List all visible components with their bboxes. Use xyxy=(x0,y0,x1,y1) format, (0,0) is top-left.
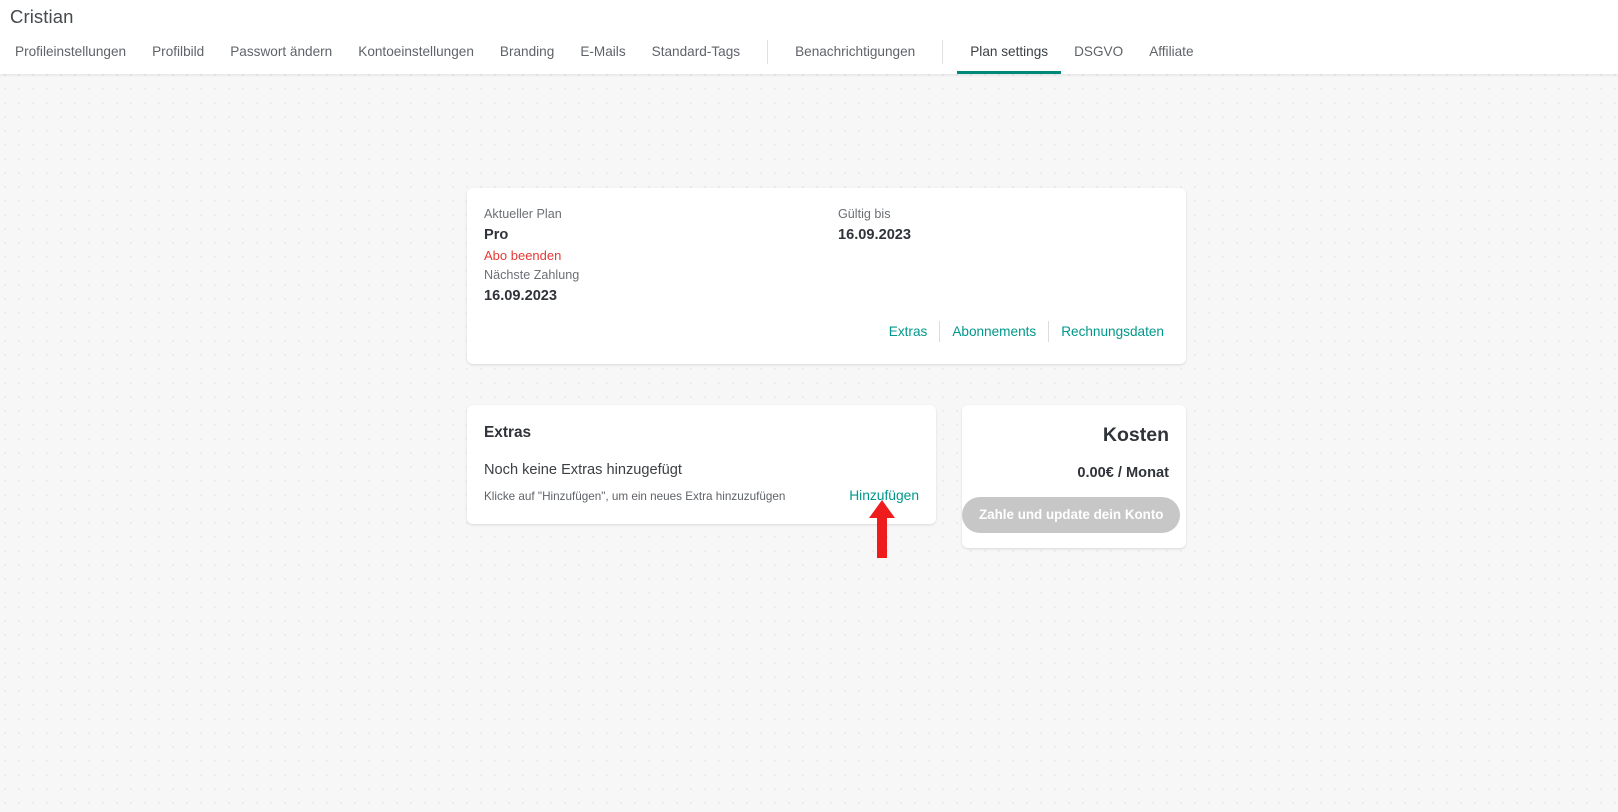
main-content: Aktueller Plan Pro Abo beenden Gültig bi… xyxy=(0,74,1618,812)
valid-until-field: Gültig bis 16.09.2023 xyxy=(838,205,911,245)
valid-until-value: 16.09.2023 xyxy=(838,227,912,243)
settings-tabbar: Profileinstellungen Profilbild Passwort … xyxy=(0,32,1618,74)
kosten-card: Kosten 0.00€ / Monat Zahle und update de… xyxy=(962,405,1186,548)
tab-profileinstellungen[interactable]: Profileinstellungen xyxy=(2,32,139,74)
next-payment-value: 16.09.2023 xyxy=(484,288,558,304)
app-header: Cristian Profileinstellungen Profilbild … xyxy=(0,0,1618,74)
tab-branding[interactable]: Branding xyxy=(487,32,567,74)
tab-dsgvo[interactable]: DSGVO xyxy=(1061,32,1136,74)
current-plan-label: Aktueller Plan xyxy=(484,207,562,221)
valid-until-label: Gültig bis xyxy=(838,207,891,221)
tab-profilbild[interactable]: Profilbild xyxy=(139,32,217,74)
link-extras[interactable]: Extras xyxy=(877,322,940,341)
kosten-price-value: 0.00€ / Monat xyxy=(1077,465,1169,481)
extras-action-row: Klicke auf "Hinzufügen", um ein neues Ex… xyxy=(467,480,936,505)
pay-and-update-account-button[interactable]: Zahle und update dein Konto xyxy=(962,497,1181,533)
tab-plan-settings[interactable]: Plan settings xyxy=(957,32,1062,74)
tab-standard-tags[interactable]: Standard-Tags xyxy=(639,32,753,74)
tab-emails[interactable]: E-Mails xyxy=(567,32,638,74)
current-plan-field: Aktueller Plan Pro Abo beenden xyxy=(484,205,562,265)
link-rechnungsdaten[interactable]: Rechnungsdaten xyxy=(1049,322,1164,341)
tabbar-divider-2 xyxy=(942,40,944,64)
cancel-subscription-link[interactable]: Abo beenden xyxy=(484,246,561,265)
tab-benachrichtigungen[interactable]: Benachrichtigungen xyxy=(782,32,928,74)
plan-summary-card: Aktueller Plan Pro Abo beenden Gültig bi… xyxy=(467,188,1186,364)
tab-kontoeinstellungen[interactable]: Kontoeinstellungen xyxy=(345,32,487,74)
extras-card-title: Extras xyxy=(484,424,532,441)
extras-hint-text: Klicke auf "Hinzufügen", um ein neues Ex… xyxy=(484,490,786,503)
kosten-card-title: Kosten xyxy=(1102,424,1169,446)
add-extra-link[interactable]: Hinzufügen xyxy=(849,486,919,505)
next-payment-field: Nächste Zahlung 16.09.2023 xyxy=(484,266,579,306)
plan-card-links: Extras Abonnements Rechnungsdaten xyxy=(877,321,1164,342)
extras-card: Extras Noch keine Extras hinzugefügt Kli… xyxy=(467,405,936,524)
kosten-button-wrap: Zahle und update dein Konto xyxy=(962,483,1186,533)
page-title: Cristian xyxy=(10,6,74,27)
link-abonnements[interactable]: Abonnements xyxy=(940,322,1048,341)
extras-empty-message: Noch keine Extras hinzugefügt xyxy=(484,462,682,478)
tabbar-divider-1 xyxy=(767,40,769,64)
next-payment-label: Nächste Zahlung xyxy=(484,268,580,282)
tab-passwort-aendern[interactable]: Passwort ändern xyxy=(217,32,345,74)
plan-fields: Aktueller Plan Pro Abo beenden Gültig bi… xyxy=(467,188,1186,304)
tab-affiliate[interactable]: Affiliate xyxy=(1136,32,1206,74)
current-plan-value: Pro xyxy=(484,227,509,243)
